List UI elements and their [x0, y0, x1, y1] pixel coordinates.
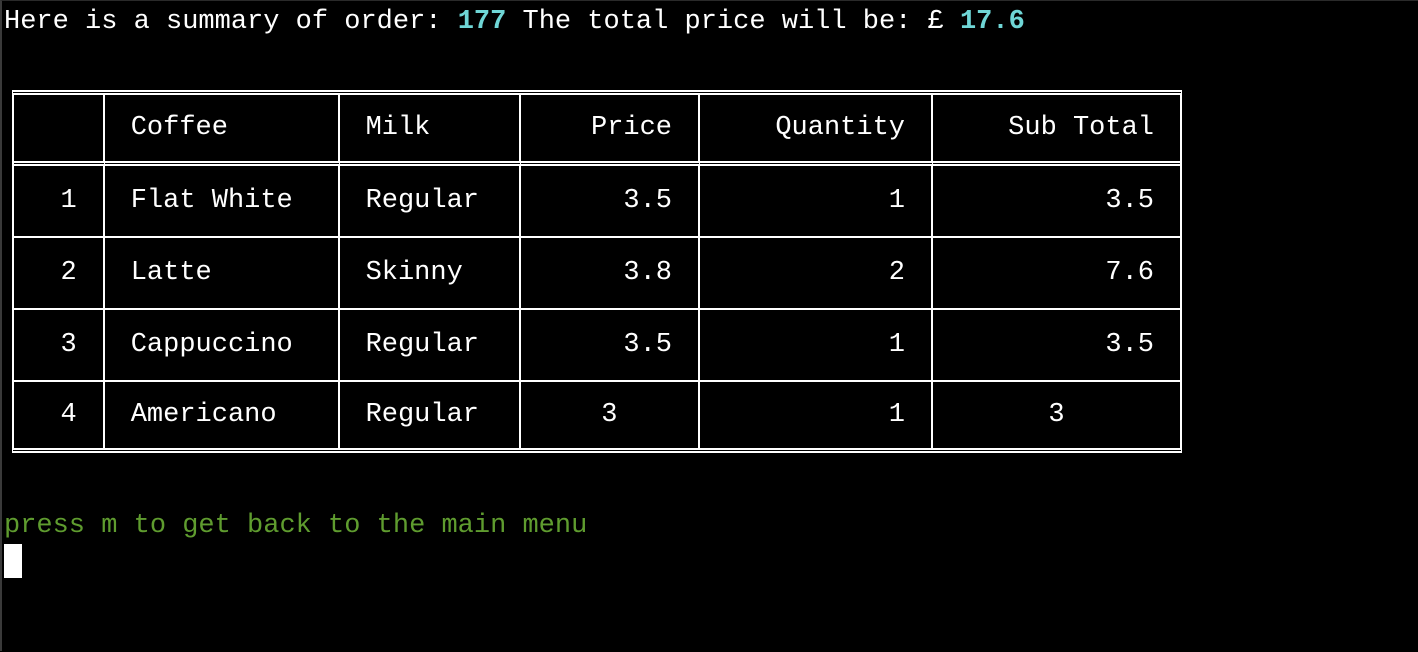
row-milk: Regular	[339, 310, 521, 382]
row-index: 4	[14, 382, 105, 448]
row-index: 3	[14, 310, 105, 382]
row-milk: Regular	[339, 166, 521, 238]
order-total: 17.6	[959, 7, 1025, 37]
table-row: 2 Latte Skinny 3.8 2 7.6	[14, 238, 1180, 310]
summary-middle: The total price will be: £	[506, 7, 960, 37]
row-price: 3.5	[520, 310, 701, 382]
row-price: 3	[521, 382, 701, 448]
text-cursor[interactable]	[4, 544, 22, 578]
row-price: 3.5	[520, 166, 701, 238]
row-coffee: Latte	[104, 238, 340, 310]
order-table: Coffee Milk Price Quantity Sub Total 1 F…	[12, 90, 1182, 453]
row-milk: Skinny	[339, 238, 521, 310]
header-quantity: Quantity	[700, 95, 933, 166]
row-index: 2	[14, 238, 105, 310]
table-header-row: Coffee Milk Price Quantity Sub Total	[14, 95, 1180, 166]
header-index	[14, 95, 105, 166]
table-row: 1 Flat White Regular 3.5 1 3.5	[14, 166, 1180, 238]
row-subtotal: 7.6	[932, 238, 1180, 310]
row-quantity: 1	[700, 310, 933, 382]
row-coffee: Cappuccino	[104, 310, 340, 382]
order-number: 177	[457, 7, 507, 37]
main-menu-prompt: press m to get back to the main menu	[4, 511, 588, 541]
header-coffee: Coffee	[104, 95, 340, 166]
row-quantity: 1	[700, 382, 933, 448]
row-subtotal: 3.5	[932, 166, 1180, 238]
row-quantity: 2	[700, 238, 933, 310]
terminal-window[interactable]: Here is a summary of order: 177 The tota…	[0, 0, 1418, 651]
table-row: 4 Americano Regular 3 1 3	[14, 382, 1180, 448]
header-price: Price	[520, 95, 701, 166]
row-milk: Regular	[340, 382, 521, 448]
row-coffee: Americano	[105, 382, 340, 448]
row-quantity: 1	[700, 166, 933, 238]
header-subtotal: Sub Total	[932, 95, 1180, 166]
row-coffee: Flat White	[104, 166, 340, 238]
row-subtotal: 3.5	[932, 310, 1180, 382]
row-price: 3.8	[520, 238, 701, 310]
table-row: 3 Cappuccino Regular 3.5 1 3.5	[14, 310, 1180, 382]
row-index: 1	[14, 166, 105, 238]
summary-prefix: Here is a summary of order:	[4, 7, 458, 37]
row-subtotal: 3	[1048, 400, 1065, 430]
header-milk: Milk	[339, 95, 521, 166]
order-summary-line: Here is a summary of order: 177 The tota…	[4, 5, 1025, 39]
